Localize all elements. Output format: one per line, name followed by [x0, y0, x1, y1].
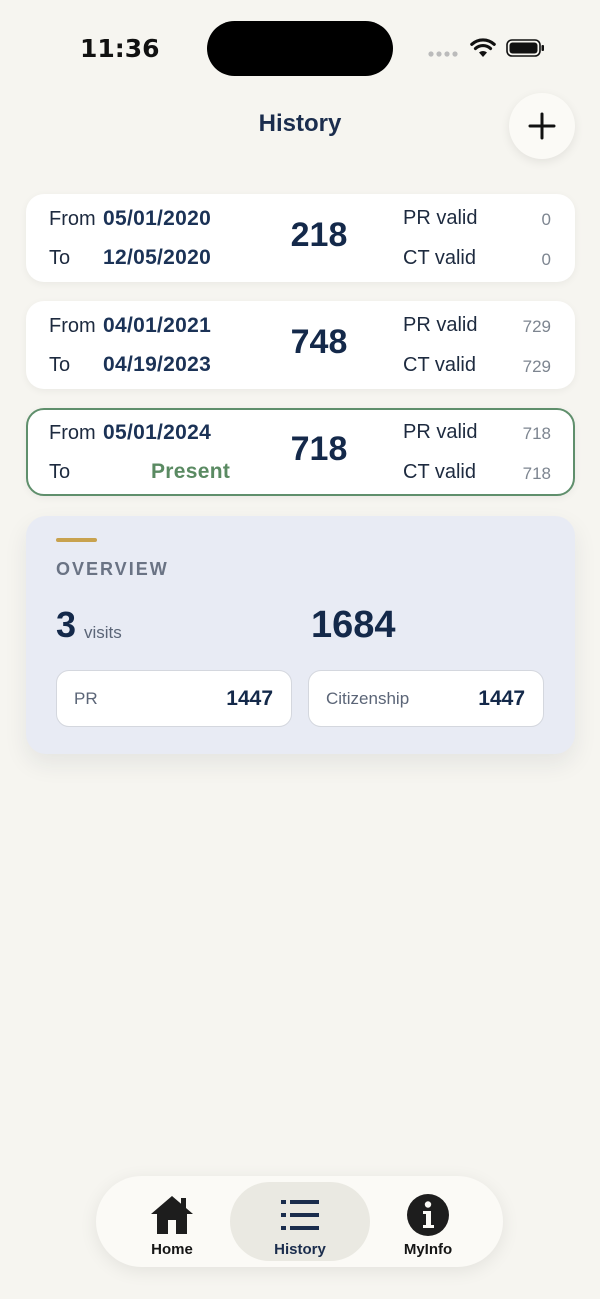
visit-days: 218 — [290, 216, 348, 254]
overview-accent-bar — [56, 538, 97, 542]
visit-days: 748 — [290, 323, 348, 361]
ct-valid-value: 729 — [522, 357, 551, 376]
tab-myinfo[interactable]: MyInfo — [358, 1182, 498, 1261]
to-label: To — [49, 461, 71, 483]
tab-history-label: History — [274, 1241, 326, 1258]
tab-myinfo-label: MyInfo — [403, 1241, 453, 1258]
overview-card: OVERVIEW 3 visits 1684 PR 1447 Citizensh… — [26, 516, 575, 754]
visit-card[interactable]: From 04/01/2021 To 04/19/2023 748 PR val… — [26, 301, 575, 389]
overview-title: OVERVIEW — [56, 559, 169, 579]
tab-history[interactable]: History — [230, 1182, 370, 1261]
tab-home-label: Home — [151, 1241, 193, 1258]
ct-valid-value: 0 — [541, 250, 551, 269]
visits-label: visits — [84, 623, 122, 642]
citizenship-total-box: Citizenship 1447 — [308, 670, 544, 727]
visit-days: 718 — [290, 430, 348, 468]
from-date: 05/01/2020 — [103, 207, 212, 230]
to-date: 12/05/2020 — [103, 246, 212, 269]
info-icon — [407, 1194, 449, 1236]
tab-home[interactable]: Home — [102, 1182, 242, 1261]
from-date: 04/01/2021 — [103, 314, 212, 337]
ct-valid-label: CT valid — [403, 247, 476, 269]
pr-valid-value: 0 — [541, 210, 551, 229]
pr-total-label: PR — [74, 689, 98, 708]
to-date: 04/19/2023 — [103, 353, 212, 376]
pr-valid-value: 718 — [522, 424, 551, 443]
pr-total-value: 1447 — [226, 687, 273, 710]
visit-card-current[interactable]: From 05/01/2024 To Present 718 PR valid … — [26, 408, 575, 496]
ct-valid-label: CT valid — [403, 354, 476, 376]
plus-icon — [528, 112, 556, 140]
to-date-present: Present — [151, 460, 231, 483]
ct-valid-label: CT valid — [403, 461, 476, 483]
from-date: 05/01/2024 — [103, 421, 212, 444]
pr-valid-label: PR valid — [403, 314, 478, 336]
battery-icon — [506, 39, 544, 57]
pr-valid-label: PR valid — [403, 421, 478, 443]
pr-total-box: PR 1447 — [56, 670, 292, 727]
list-icon — [281, 1200, 319, 1230]
ct-valid-value: 718 — [522, 464, 551, 483]
signal-icon — [428, 51, 458, 57]
citizenship-total-label: Citizenship — [326, 689, 410, 708]
total-days: 1684 — [311, 604, 396, 646]
visit-card[interactable]: From 05/01/2020 To 12/05/2020 218 PR val… — [26, 194, 575, 282]
to-label: To — [49, 247, 71, 269]
pr-valid-label: PR valid — [403, 207, 478, 229]
add-visit-button[interactable] — [509, 93, 575, 159]
citizenship-total-value: 1447 — [478, 687, 525, 710]
pr-valid-value: 729 — [522, 317, 551, 336]
wifi-icon — [470, 38, 496, 57]
from-label: From — [49, 208, 96, 230]
tab-bar: Home History MyInfo — [96, 1176, 503, 1267]
from-label: From — [49, 315, 96, 337]
status-time: 11:36 — [80, 34, 160, 63]
from-label: From — [49, 422, 96, 444]
dynamic-island — [207, 21, 393, 76]
home-icon — [151, 1196, 193, 1234]
visits-count: 3 — [56, 604, 77, 645]
to-label: To — [49, 354, 71, 376]
